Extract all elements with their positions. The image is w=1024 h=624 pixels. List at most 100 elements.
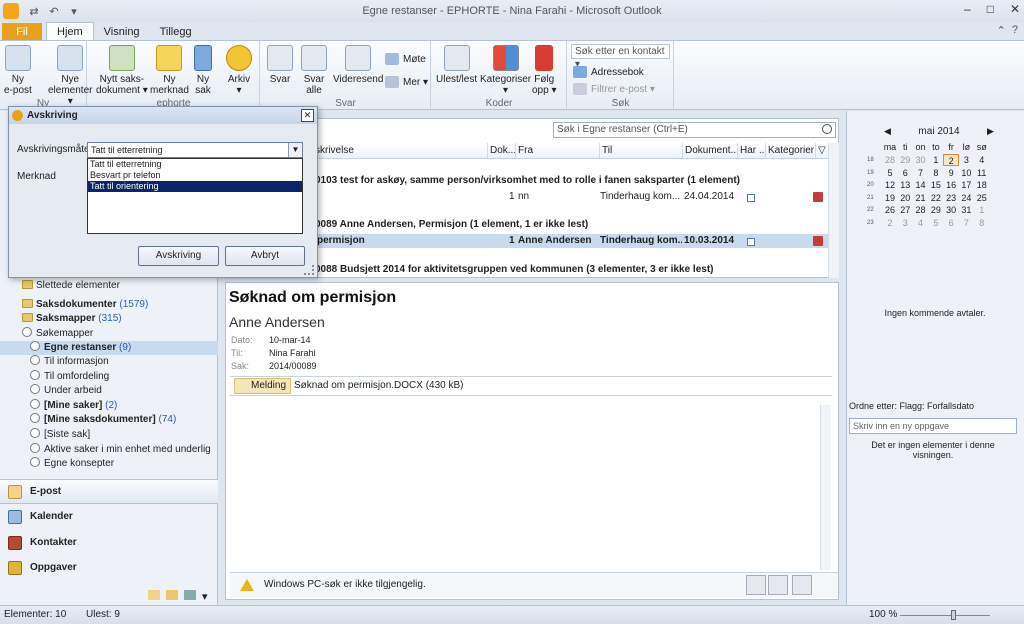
calendar-day[interactable]: 31 [959,204,974,216]
folder-item[interactable]: Slettede elementer [0,279,218,293]
archive-button[interactable]: Arkiv ▾ [226,45,252,96]
calendar-day[interactable]: 4 [913,217,928,229]
nav-mail[interactable]: E-post [0,479,218,504]
calendar-day[interactable]: 28 [882,154,897,166]
list-scrollbar[interactable] [828,143,839,278]
to-value[interactable]: Nina Farahi [269,348,316,358]
calendar-day[interactable]: 27 [898,204,913,216]
search-input[interactable]: Søk i Egne restanser (Ctrl+E) [553,122,836,138]
minimize-button[interactable]: – [964,2,971,16]
tab-file[interactable]: Fil [2,23,42,41]
col-from[interactable]: Fra [516,143,600,158]
calendar-day[interactable]: 12 [882,179,897,191]
calendar-day[interactable]: 30 [913,154,928,166]
calendar-day[interactable]: 5 [882,167,897,179]
reply-button[interactable]: Svar [267,45,293,85]
calendar-day[interactable]: 3 [898,217,913,229]
calendar-day[interactable]: 2 [882,217,897,229]
tab-view[interactable]: Visning [94,23,150,41]
calendar-day[interactable]: 16 [943,179,958,191]
message-sender[interactable]: Anne Andersen [229,314,325,330]
calendar-day[interactable]: 24 [959,192,974,204]
calendar-day[interactable]: 6 [943,217,958,229]
calendar-day[interactable]: 15 [928,179,943,191]
calendar-day[interactable]: 29 [898,154,913,166]
calendar-day[interactable]: 14 [913,179,928,191]
calendar-day[interactable]: 9 [943,167,958,179]
minimize-ribbon-icon[interactable]: ⌃ [997,24,1006,37]
calendar-day[interactable]: 20 [898,192,913,204]
folder-list-icon[interactable] [166,589,178,600]
filter-icon[interactable]: ▽ [816,143,828,158]
calendar-day[interactable]: 18 [974,179,989,191]
reply-all-button[interactable]: Svar alle [301,45,327,96]
flag-icon[interactable] [813,192,823,202]
attachment-checkbox[interactable] [747,238,755,246]
calendar-day[interactable]: 2 [943,154,959,166]
calendar-day[interactable]: 23 [943,192,958,204]
close-button[interactable]: ✕ [1010,2,1020,16]
attachment-file[interactable]: Søknad om permisjon.DOCX (430 kB) [294,380,464,391]
next-month-icon[interactable]: ▶ [987,126,994,137]
calendar-day[interactable]: 11 [974,167,989,179]
folder-item[interactable]: Saksdokumenter (1579) [0,298,218,312]
forward-button[interactable]: Videresend [333,45,383,85]
outlook-app-icon[interactable] [3,3,19,19]
follow-up-button[interactable]: Følg opp ▾ [532,45,556,96]
calendar-day[interactable]: 6 [898,167,913,179]
resize-grip-icon[interactable] [304,265,314,275]
folder-item[interactable]: Saksmapper (315) [0,312,218,326]
folder-item[interactable]: Til informasjon [0,355,218,369]
col-doc[interactable]: Dok... [488,143,516,158]
folder-item[interactable]: Aktive saker i min enhet med underlig [0,443,218,457]
calendar-day[interactable]: 17 [959,179,974,191]
calendar-day[interactable]: 22 [928,192,943,204]
calendar-day[interactable]: 30 [943,204,958,216]
calendar-day[interactable]: 5 [928,217,943,229]
person-icon[interactable] [746,575,766,595]
folder-item[interactable]: [Mine saker] (2) [0,399,218,413]
method-option-highlighted[interactable]: Tatt til orientering [88,181,302,192]
calendar-day[interactable]: 7 [959,217,974,229]
message-tab[interactable]: Melding [234,378,292,394]
col-document-date[interactable]: Dokument... [683,143,738,158]
zoom-slider[interactable] [900,615,990,616]
cancel-button[interactable]: Avbryt [225,246,305,266]
method-select[interactable]: Tatt til etterretning ▼ [87,142,303,158]
calendar-day[interactable]: 1 [974,204,989,216]
col-has-attachment[interactable]: Har ... [738,143,766,158]
col-categories[interactable]: Kategorier [766,143,816,158]
new-note-button[interactable]: Ny merknad [150,45,189,96]
nav-contacts[interactable]: Kontakter [0,530,218,555]
new-task-input[interactable]: Skriv inn en ny oppgave [849,418,1017,434]
folder-item[interactable]: [Siste sak] [0,428,218,442]
avskriving-button[interactable]: Avskriving [138,246,219,266]
send-receive-icon[interactable]: ⇄ [27,5,41,18]
folder-item[interactable]: Egne restanser (9) [0,341,218,355]
person-icon[interactable] [768,575,788,595]
zoom-slider-thumb[interactable] [951,610,956,620]
reading-scrollbar[interactable] [820,405,831,570]
new-case-button[interactable]: Ny sak [194,45,212,96]
folder-item[interactable]: [Mine saksdokumenter] (74) [0,413,218,427]
new-case-document-button[interactable]: Nytt saks- dokument ▾ [96,45,148,96]
chevron-down-icon[interactable]: ▼ [288,143,302,157]
tab-addins[interactable]: Tillegg [150,23,202,41]
zoom-level[interactable]: 100 % [869,606,897,624]
undo-icon[interactable]: ↶ [47,5,61,18]
folder-item[interactable]: Søkemapper [0,327,218,341]
nav-tasks[interactable]: Oppgaver [0,555,218,580]
calendar-day[interactable]: 26 [882,204,897,216]
method-option[interactable]: Besvart pr telefon [88,170,302,181]
attachment-checkbox[interactable] [747,194,755,202]
calendar-day[interactable]: 8 [928,167,943,179]
tab-home[interactable]: Hjem [46,22,94,41]
new-email-button[interactable]: Ny e-post [4,45,32,96]
search-icon[interactable] [822,124,832,134]
calendar-day[interactable]: 21 [913,192,928,204]
folder-item[interactable]: Egne konsepter [0,457,218,471]
calendar-day[interactable]: 3 [959,154,974,166]
filter-email-button[interactable]: Filtrer e-post ▾ [573,83,655,95]
configure-buttons-icon[interactable]: ▾ [202,590,210,603]
address-book-button[interactable]: Adressebok [573,66,644,78]
